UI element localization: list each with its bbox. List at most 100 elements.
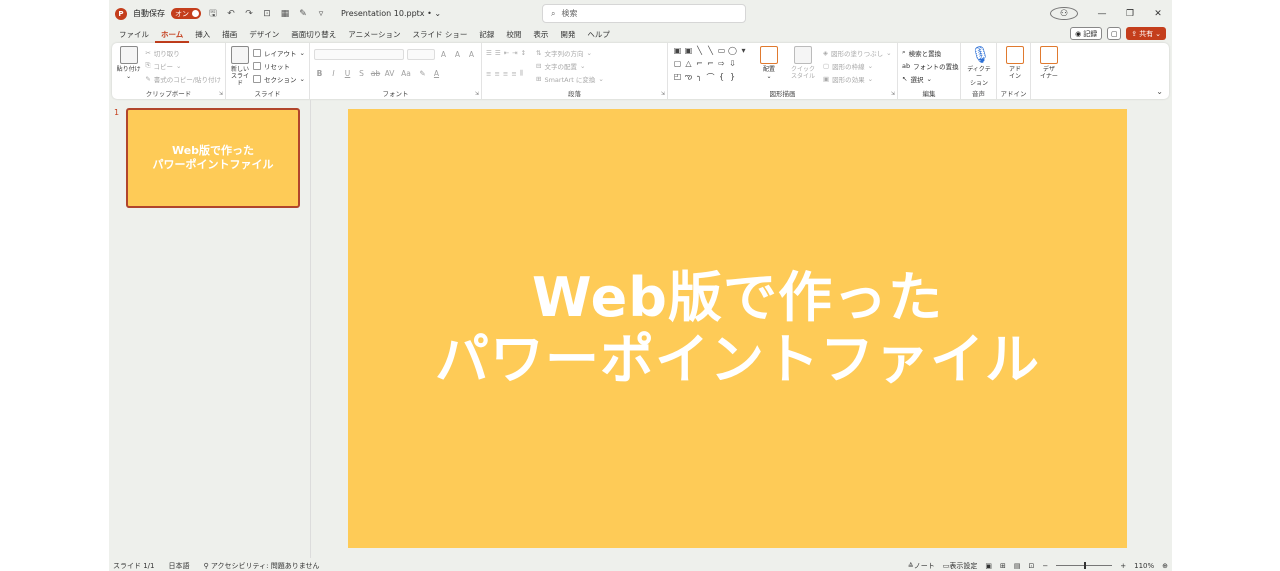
normal-view-icon[interactable]: ▣ [985, 562, 992, 570]
highlight-icon[interactable]: ✎ [417, 69, 428, 78]
zoom-out-icon[interactable]: − [1042, 562, 1048, 570]
designer-button[interactable]: デザ イナー [1035, 46, 1063, 80]
brace-left-icon[interactable]: { [716, 72, 727, 85]
autosave-toggle[interactable]: オン [171, 8, 201, 19]
minimize-icon[interactable]: — [1088, 9, 1116, 19]
grow-font-icon[interactable]: A [438, 50, 449, 59]
align-center-icon[interactable]: ≡ [494, 70, 499, 78]
reset-button[interactable]: リセット [253, 59, 305, 72]
paste-button[interactable]: 貼り付け ⌄ [116, 46, 141, 85]
layout-icon[interactable]: ▦ [279, 9, 291, 19]
font-name-combo[interactable] [314, 49, 404, 60]
curve-icon[interactable]: ఌ [683, 72, 694, 85]
tab-transitions[interactable]: 画面切り替え [285, 29, 342, 43]
clear-format-icon[interactable]: A [466, 50, 477, 59]
new-slide-button[interactable]: 新しい スライド [230, 46, 250, 87]
tab-home[interactable]: ホーム [155, 29, 190, 43]
char-spacing-button[interactable]: AV [384, 69, 395, 78]
zoom-in-icon[interactable]: + [1120, 562, 1126, 570]
quick-styles-button[interactable]: クイック スタイル [789, 46, 817, 85]
elbow-connector-icon[interactable]: ⌐ [694, 59, 705, 72]
account-avatar-icon[interactable]: ⚇ [1050, 7, 1078, 20]
fit-slide-icon[interactable]: ⊕ [1162, 562, 1168, 570]
shape-outline-button[interactable]: ▢ 図形の枠線 ⌄ [823, 59, 892, 72]
textbox-icon[interactable]: ▣ [672, 46, 683, 59]
tab-draw[interactable]: 描画 [216, 29, 243, 43]
section-button[interactable]: セクション ⌄ [253, 72, 305, 85]
copy-button[interactable]: ⎘ コピー ⌄ [145, 59, 221, 72]
comments-button[interactable]: ▢ [1107, 27, 1122, 40]
arc-icon[interactable]: ╮ [694, 72, 705, 85]
tab-insert[interactable]: 挿入 [189, 29, 216, 43]
search-box[interactable]: ⌕ 検索 [542, 4, 746, 23]
align-right-icon[interactable]: ≡ [503, 70, 508, 78]
italic-button[interactable]: I [328, 69, 339, 78]
gallery-more-icon[interactable]: ▾ [738, 46, 749, 59]
format-painter-icon[interactable]: ✎ [297, 9, 309, 19]
line-icon[interactable]: ╲ [694, 46, 705, 59]
shadow-button[interactable]: S [356, 69, 367, 78]
close-icon[interactable]: ✕ [1144, 9, 1172, 19]
arrange-button[interactable]: 配置 ⌄ [755, 46, 783, 85]
arrow-down-icon[interactable]: ⇩ [727, 59, 738, 72]
slide-thumbnail[interactable]: Web版で作った パワーポイントファイル [126, 108, 300, 208]
tab-design[interactable]: デザイン [243, 29, 285, 43]
panel-divider[interactable] [310, 100, 311, 558]
rectangle-icon[interactable]: ▭ [716, 46, 727, 59]
zoom-slider-thumb[interactable] [1084, 562, 1087, 569]
oval-icon[interactable]: ◯ [727, 46, 738, 59]
underline-button[interactable]: U [342, 69, 353, 78]
reading-view-icon[interactable]: ▤ [1014, 562, 1021, 570]
tab-animations[interactable]: アニメーション [342, 29, 406, 43]
find-button[interactable]: ⌕ 検索と置換 [902, 46, 956, 59]
bold-button[interactable]: B [314, 69, 325, 78]
tab-file[interactable]: ファイル [113, 29, 155, 43]
drawing-launcher-icon[interactable]: ⇲ [891, 91, 895, 97]
tab-record[interactable]: 記録 [473, 29, 500, 43]
freeform-icon[interactable]: ◰ [672, 72, 683, 85]
undo-icon[interactable]: ↶ [225, 9, 237, 19]
shapes-gallery[interactable]: ▣ ▣ ╲ ╲ ▭ ◯ ▾ ▢ △ ⌐ ⌐ ⇨ ⇩ ◰ ఌ ╮ ⌒{} [672, 46, 749, 85]
arc-icon[interactable]: ⌒ [705, 72, 716, 85]
line-icon[interactable]: ╲ [705, 46, 716, 59]
ribbon-collapse-icon[interactable]: ⌄ [1156, 87, 1163, 96]
slide-title-line2[interactable]: パワーポイントファイル [435, 328, 1040, 391]
shrink-font-icon[interactable]: A [452, 50, 463, 59]
language[interactable]: 日本語 [169, 561, 190, 571]
justify-icon[interactable]: ≡ [511, 70, 516, 78]
slide-title-line1[interactable]: Web版で作った [532, 266, 943, 329]
font-color-button[interactable]: A [431, 69, 442, 78]
align-text-button[interactable]: ⊟ 文字の配置 ⌄ [536, 59, 604, 72]
zoom-slider[interactable] [1056, 562, 1113, 569]
present-icon[interactable]: ⊡ [261, 9, 273, 19]
line-spacing-icon[interactable]: ↕ [521, 49, 526, 57]
bullets-icon[interactable]: ☰ [486, 49, 492, 57]
addins-button[interactable]: アド イン [1001, 46, 1029, 80]
slideshow-view-icon[interactable]: ⊡ [1028, 562, 1034, 570]
shape-effects-button[interactable]: ▣ 図形の効果 ⌄ [823, 72, 892, 85]
restore-icon[interactable]: ❐ [1116, 9, 1144, 19]
strikethrough-button[interactable]: ab [370, 69, 381, 78]
notes-button[interactable]: ≙ノート [908, 561, 935, 571]
zoom-level[interactable]: 110% [1134, 562, 1154, 570]
font-size-combo[interactable] [407, 49, 435, 60]
shape-fill-button[interactable]: ◈ 図形の塗りつぶし ⌄ [823, 46, 892, 59]
indent-increase-icon[interactable]: ⇥ [512, 49, 517, 57]
display-settings-button[interactable]: ▭表示設定 [943, 561, 978, 571]
textbox-vertical-icon[interactable]: ▣ [683, 46, 694, 59]
tab-view[interactable]: 表示 [527, 29, 554, 43]
cut-button[interactable]: ✂ 切り取り [145, 46, 221, 59]
indent-decrease-icon[interactable]: ⇤ [504, 49, 509, 57]
save-icon[interactable]: 🖫 [207, 6, 219, 22]
select-button[interactable]: ↖ 選択 ⌄ [902, 72, 956, 85]
elbow-connector-icon[interactable]: ⌐ [705, 59, 716, 72]
arrow-right-icon[interactable]: ⇨ [716, 59, 727, 72]
paragraph-launcher-icon[interactable]: ⇲ [661, 91, 665, 97]
change-case-button[interactable]: Aa [398, 69, 414, 78]
brace-right-icon[interactable]: } [727, 72, 738, 85]
slide-canvas[interactable]: Web版で作った パワーポイントファイル [348, 109, 1127, 548]
clipboard-launcher-icon[interactable]: ⇲ [219, 91, 223, 97]
tab-review[interactable]: 校閲 [500, 29, 527, 43]
numbering-icon[interactable]: ☰ [495, 49, 501, 57]
record-button[interactable]: ◉ 記録 [1070, 27, 1103, 40]
